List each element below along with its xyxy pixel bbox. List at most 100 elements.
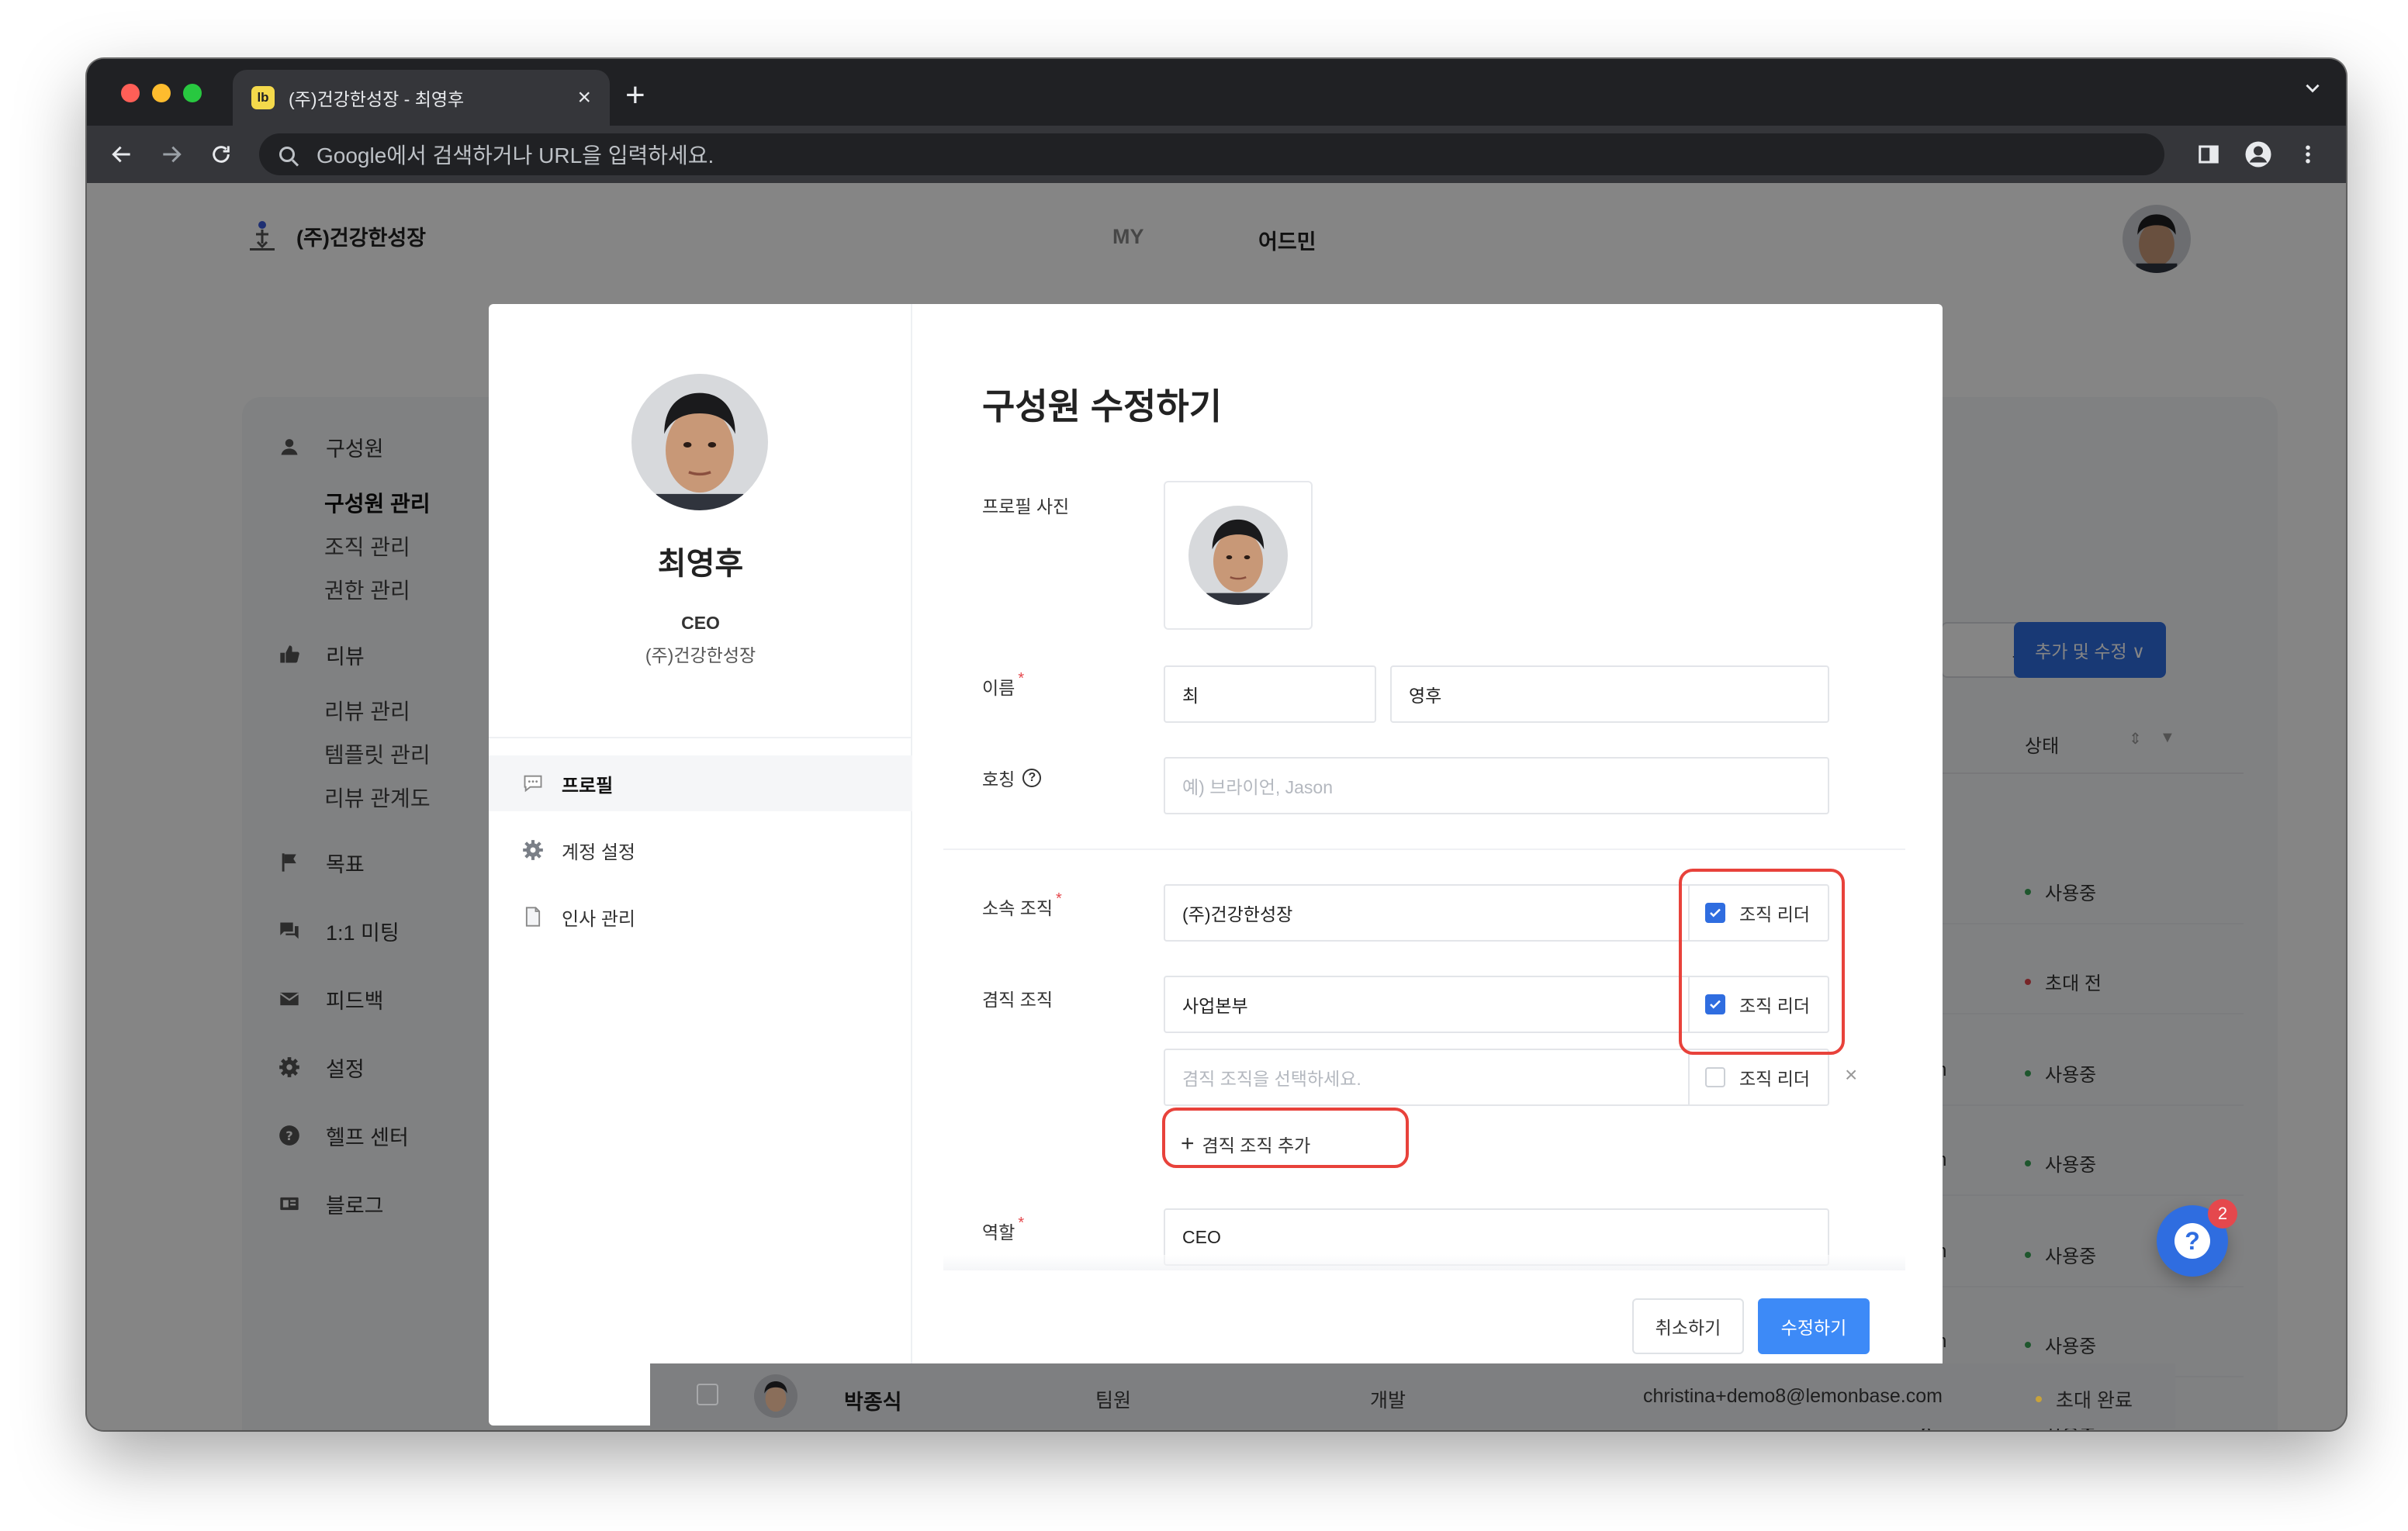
help-icon[interactable]: ? <box>1022 769 1042 787</box>
profile-company: (주)건강한성장 <box>645 645 756 665</box>
concurrent-org-value: 사업본부 <box>1182 996 1248 1016</box>
first-name-value: 영후 <box>1409 686 1442 706</box>
forward-button[interactable] <box>152 135 191 174</box>
question-icon: ? <box>2174 1223 2210 1259</box>
status-text: 초대 완료 <box>2056 1390 2133 1412</box>
modal-tab-profile[interactable]: 프로필 <box>489 755 912 811</box>
concurrent-org-select[interactable]: 사업본부 <box>1164 976 1690 1033</box>
table-row[interactable]: 박종식 팀원 개발 christina+demo8@lemonbase.com … <box>650 1363 2175 1429</box>
required-marker: * <box>1056 890 1062 907</box>
modal-tab-hr-management[interactable]: 인사 관리 <box>489 889 912 945</box>
form-divider <box>943 848 1905 850</box>
address-bar-placeholder: Google에서 검색하거나 URL을 입력하세요. <box>317 143 714 168</box>
nickname-label-text: 호칭 <box>982 769 1015 790</box>
scroll-fade <box>943 1255 1905 1270</box>
name-label: 이름 * <box>982 669 1025 700</box>
modal-tab-label: 인사 관리 <box>562 908 635 930</box>
org-select[interactable]: (주)건강한성장 <box>1164 884 1690 942</box>
minimize-window-button[interactable] <box>152 84 171 102</box>
member-name[interactable]: 박종식 <box>844 1385 902 1415</box>
required-marker: * <box>1018 669 1025 687</box>
org-label: 소속 조직 * <box>982 890 1062 920</box>
form-heading: 구성원 수정하기 <box>982 386 1223 427</box>
role-value: CEO <box>1182 1226 1221 1247</box>
checkbox-checked-icon <box>1705 994 1725 1014</box>
role-label: 역할 * <box>982 1214 1025 1244</box>
tab-close-icon[interactable]: × <box>577 85 591 111</box>
more-menu-icon[interactable] <box>2290 137 2326 172</box>
modal-tab-label: 프로필 <box>562 775 614 797</box>
org-leader-label: 조직 리더 <box>1739 904 1811 924</box>
checkbox-checked-icon <box>1705 903 1725 923</box>
avatar <box>631 374 768 510</box>
name-label-text: 이름 <box>982 678 1015 698</box>
checkbox-unchecked-icon <box>1705 1067 1725 1087</box>
new-tab-button[interactable]: + <box>625 76 645 115</box>
first-name-input[interactable]: 영후 <box>1390 665 1829 723</box>
page-viewport: (주)건강한성장 MY 어드민 구성원 구성원 관리 조직 관리 권한 관리 리… <box>87 183 2346 1430</box>
org-label-text: 소속 조직 <box>982 898 1054 918</box>
browser-window: lb (주)건강한성장 - 최영후 × + Google에서 검색하거나 URL… <box>87 59 2346 1430</box>
member-email: christina+demo8@lemonbase.com <box>1643 1385 1943 1407</box>
profile-icon[interactable] <box>2240 137 2276 172</box>
concurrent-org-select-empty[interactable]: 겸직 조직을 선택하세요. <box>1164 1049 1690 1106</box>
save-label: 수정하기 <box>1780 1318 1847 1338</box>
modal-profile-panel: 최영후 CEO (주)건강한성장 프로필 계정 설정 인사 관리 <box>489 304 912 1426</box>
tab-strip: lb (주)건강한성장 - 최영후 × + <box>87 59 2346 126</box>
browser-toolbar: Google에서 검색하거나 URL을 입력하세요. <box>87 126 2346 183</box>
concurrent-org-leader-checkbox-empty[interactable]: 조직 리더 <box>1690 1049 1829 1106</box>
modal-form-panel: 구성원 수정하기 프로필 사진 이름 * 최 영후 호칭? 예) 브라이언, Ja… <box>912 304 1943 1426</box>
cancel-label: 취소하기 <box>1655 1318 1721 1338</box>
profile-title: CEO <box>681 613 720 633</box>
modal-tab-account-settings[interactable]: 계정 설정 <box>489 822 912 878</box>
concurrent-org-leader-label: 조직 리더 <box>1739 1069 1811 1089</box>
org-value: (주)건강한성장 <box>1182 904 1293 924</box>
nickname-placeholder: 예) 브라이언, Jason <box>1182 777 1334 797</box>
address-bar[interactable]: Google에서 검색하거나 URL을 입력하세요. <box>259 133 2164 175</box>
search-icon <box>279 147 295 162</box>
concurrent-org-leader-label: 조직 리더 <box>1739 996 1811 1016</box>
nickname-input[interactable]: 예) 브라이언, Jason <box>1164 757 1829 814</box>
status-badge: 초대 완료 <box>2036 1385 2133 1413</box>
org-leader-checkbox[interactable]: 조직 리더 <box>1690 884 1829 942</box>
favicon-icon: lb <box>251 86 275 109</box>
divider <box>489 737 912 738</box>
edit-member-modal: 최영후 CEO (주)건강한성장 프로필 계정 설정 인사 관리 구성원 수정하… <box>489 304 1943 1426</box>
tab-search-chevron-icon[interactable] <box>2302 78 2323 103</box>
cancel-button[interactable]: 취소하기 <box>1632 1298 1744 1354</box>
photo-label: 프로필 사진 <box>982 492 1069 518</box>
member-team: 개발 <box>1370 1390 1406 1412</box>
role-label-text: 역할 <box>982 1222 1015 1242</box>
modal-tab-label: 계정 설정 <box>562 842 635 863</box>
concurrent-org-label-text: 겸직 조직 <box>982 990 1054 1010</box>
row-checkbox[interactable] <box>697 1384 718 1405</box>
notification-badge: 2 <box>2208 1199 2237 1229</box>
window-controls <box>121 84 202 102</box>
back-button[interactable] <box>102 135 141 174</box>
side-panel-icon[interactable] <box>2191 137 2226 172</box>
concurrent-org-placeholder: 겸직 조직을 선택하세요. <box>1182 1069 1361 1089</box>
add-concurrent-org-button[interactable]: + 겸직 조직 추가 <box>1164 1115 1310 1173</box>
plus-icon: + <box>1181 1131 1195 1156</box>
required-marker: * <box>1018 1214 1025 1232</box>
concurrent-org-leader-checkbox[interactable]: 조직 리더 <box>1690 976 1829 1033</box>
nickname-label: 호칭? <box>982 765 1042 791</box>
browser-tab[interactable]: lb (주)건강한성장 - 최영후 × <box>233 70 610 126</box>
document-icon <box>521 905 545 928</box>
member-role: 팀원 <box>1095 1390 1132 1412</box>
tab-title: (주)건강한성장 - 최영후 <box>289 89 465 109</box>
gear-icon <box>521 838 545 862</box>
profile-name: 최영후 <box>657 547 744 581</box>
concurrent-org-label: 겸직 조직 <box>982 985 1053 1011</box>
close-window-button[interactable] <box>121 84 140 102</box>
photo-label-text: 프로필 사진 <box>982 496 1070 517</box>
remove-row-icon[interactable]: × <box>1845 1063 1857 1087</box>
speech-bubble-icon <box>521 772 545 795</box>
zoom-window-button[interactable] <box>183 84 202 102</box>
add-concurrent-org-label: 겸직 조직 추가 <box>1202 1135 1311 1156</box>
reload-button[interactable] <box>202 135 240 174</box>
last-name-input[interactable]: 최 <box>1164 665 1376 723</box>
avatar <box>1188 506 1288 605</box>
save-button[interactable]: 수정하기 <box>1758 1298 1870 1354</box>
profile-photo-upload[interactable] <box>1164 481 1313 630</box>
